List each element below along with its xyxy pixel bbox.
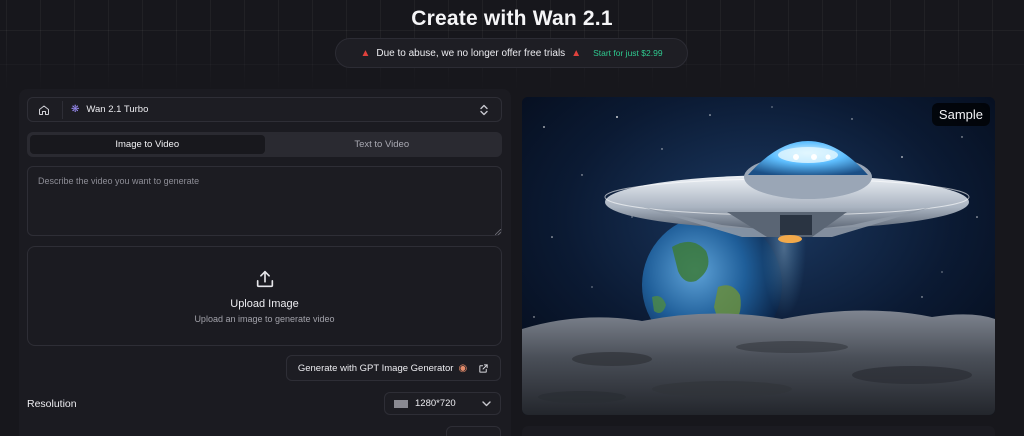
resize-handle-icon[interactable] [495, 229, 501, 235]
sample-image [522, 97, 995, 415]
chevron-down-icon [478, 396, 494, 412]
sample-preview: Sample [522, 97, 995, 415]
generation-form-panel: ❋ Wan 2.1 Turbo Image to Video Text to V… [19, 89, 511, 436]
model-selector[interactable]: ❋ Wan 2.1 Turbo [27, 97, 502, 122]
upload-icon [256, 270, 273, 288]
gpt-image-generator-button[interactable]: Generate with GPT Image Generator ◉ [286, 355, 501, 381]
upload-title: Upload Image [230, 298, 299, 310]
notice-message: Due to abuse, we no longer offer free tr… [376, 47, 566, 59]
image-upload-dropzone[interactable]: Upload Image Upload an image to generate… [27, 246, 502, 346]
prompt-input[interactable] [27, 166, 502, 236]
model-logo-icon: ❋ [71, 104, 80, 115]
aspect-ratio-icon [394, 399, 408, 408]
upload-subtitle: Upload an image to generate video [194, 314, 335, 324]
model-name: Wan 2.1 Turbo [86, 104, 149, 115]
tab-text-to-video[interactable]: Text to Video [265, 135, 500, 154]
mode-tabs: Image to Video Text to Video [27, 132, 502, 157]
pricing-link[interactable]: Start for just $2.99 [593, 48, 662, 58]
palette-icon: ◉ [458, 362, 468, 374]
alarm-icon: ▲ [360, 47, 371, 59]
free-trial-notice: ▲ Due to abuse, we no longer offer free … [335, 38, 688, 68]
secondary-panel [522, 426, 995, 436]
resolution-select[interactable]: 1280*720 [384, 392, 501, 415]
sample-badge: Sample [931, 103, 990, 126]
home-icon[interactable] [32, 98, 56, 121]
model-divider [62, 100, 63, 119]
next-setting-control[interactable] [446, 426, 501, 436]
page-title: Create with Wan 2.1 [411, 7, 613, 30]
resolution-label: Resolution [27, 398, 77, 410]
resolution-value: 1280*720 [415, 398, 456, 409]
gpt-image-generator-label: Generate with GPT Image Generator [297, 362, 454, 374]
alarm-icon: ▲ [571, 47, 582, 59]
tab-image-to-video[interactable]: Image to Video [30, 135, 265, 154]
chevron-up-down-icon[interactable] [475, 101, 493, 119]
external-link-icon [479, 363, 488, 373]
